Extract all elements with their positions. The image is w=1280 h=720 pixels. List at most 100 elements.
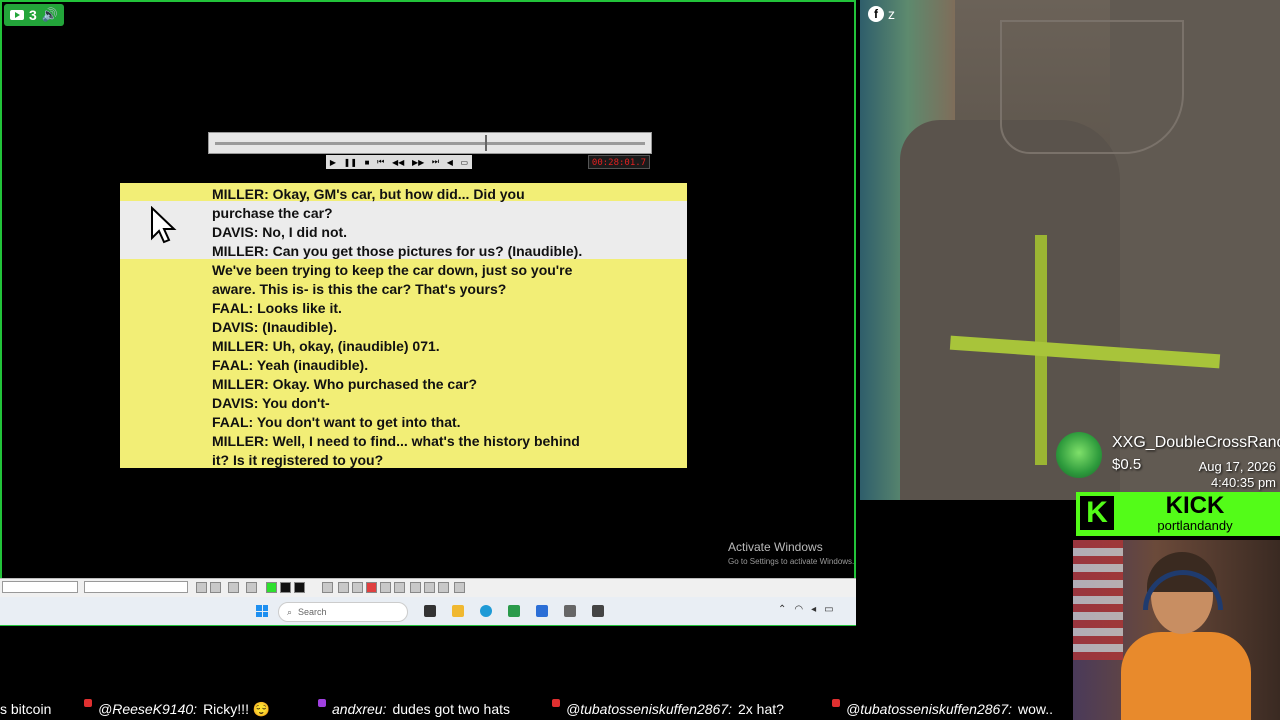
chat-message: @ReeseK9140: Ricky!!! 😌 [84,698,270,720]
volume-icon[interactable]: ◂ [811,604,816,615]
facebook-badge: f z [868,6,895,22]
chat-message: @tubatosseniskuffen2867: 2x hat? [552,698,784,720]
tool-icon[interactable] [454,582,465,593]
transcript-line: purchase the car? [212,205,333,221]
tool-icon[interactable] [438,582,449,593]
youtube-viewer-badge: 3 🔊 [4,4,64,26]
toolbar-select-2[interactable] [84,581,188,593]
activate-title: Activate Windows [728,540,823,554]
transcript-line: FAAL: Looks like it. [212,300,342,316]
chat-message: s bitcoin [0,698,51,720]
app-icon[interactable] [592,605,604,617]
youtube-chat-icon [552,699,560,707]
taskbar-search[interactable]: ⌕ Search [278,602,408,622]
tool-icon[interactable] [380,582,391,593]
rectangle-tool-icon[interactable] [410,582,421,593]
youtube-chat-icon [84,699,92,707]
play-icon[interactable]: ▶ [330,158,336,167]
file-explorer-icon[interactable] [452,605,464,617]
chat-text: s bitcoin [0,701,52,717]
kick-username: portlandandy [1157,518,1233,533]
skip-forward-icon[interactable]: ⏭ [432,157,439,167]
tool-icon[interactable] [246,582,257,593]
seek-thumb[interactable] [485,135,487,151]
transcript-line: it? Is it registered to you? [212,452,384,468]
snapshot-icon[interactable]: ▭ [461,158,469,167]
transcript-lines: MILLER: Okay, GM's car, but how did... D… [212,185,582,470]
system-tray: ⌃ ◠ ◂ ▭ [778,604,834,615]
edge-browser-icon[interactable] [480,605,492,617]
tip-amount: $0.5 [1112,456,1142,473]
select-tool-icon[interactable] [322,582,333,593]
tool-icon[interactable] [338,582,349,593]
chat-text: Ricky!!! 😌 [203,701,271,717]
chat-user: @tubatosseniskuffen2867: [846,701,1012,717]
close-icon[interactable] [424,582,435,593]
toolbar-select-1[interactable] [2,581,78,593]
flag-background [1073,540,1123,660]
chat-user: @tubatosseniskuffen2867: [566,701,732,717]
pen-tool-icon[interactable] [366,582,377,593]
tool-icon[interactable] [394,582,405,593]
kick-logo-icon: K [1080,496,1114,530]
chat-user: andxreu: [332,701,387,717]
app-icon[interactable] [536,605,548,617]
tip-time: 4:40:35 pm [1210,475,1276,490]
mouse-cursor-icon [151,206,177,244]
color-black-icon[interactable] [280,582,291,593]
transcript-panel: MILLER: Okay, GM's car, but how did... D… [120,183,687,468]
search-icon: ⌕ [287,606,293,617]
prev-icon[interactable] [196,582,207,593]
media-player-seekbar[interactable] [208,132,652,154]
pause-icon[interactable]: ❚❚ [344,158,357,167]
tool-icon[interactable] [228,582,239,593]
transcript-line: MILLER: Okay, GM's car, but how did... D… [212,186,525,202]
task-view-icon[interactable] [424,605,436,617]
taskbar-search-placeholder: Search [298,607,327,617]
wifi-icon[interactable]: ◠ [794,604,803,615]
chat-user: @ReeseK9140: [98,701,198,717]
chevron-up-icon[interactable]: ⌃ [778,604,786,615]
jeans-pocket [1000,20,1184,154]
transcript-line: MILLER: Uh, okay, (inaudible) 071. [212,338,440,354]
app-icon[interactable] [564,605,576,617]
skip-back-icon[interactable]: ⏮ [377,157,384,167]
chat-text: dudes got two hats [392,701,511,717]
timecode-display: 00:28:01.7 [588,155,650,169]
rewind-icon[interactable]: ◀◀ [392,158,404,167]
transcript-line: DAVIS: You don't- [212,395,330,411]
facebook-icon: f [868,6,884,22]
tip-timestamp: Aug 17, 2026 4:40:35 pm [1182,459,1276,491]
transcript-line: MILLER: Can you get those pictures for u… [212,243,583,259]
tip-date: Aug 17, 2026 [1198,459,1276,474]
stop-icon[interactable]: ■ [365,158,370,167]
next-icon[interactable] [210,582,221,593]
facebook-count: z [888,6,895,22]
chat-ticker: s bitcoin @ReeseK9140: Ricky!!! 😌 andxre… [0,698,1280,720]
kick-brand: KICK [1165,492,1225,519]
tool-icon[interactable] [352,582,363,593]
battery-icon[interactable]: ▭ [824,604,833,615]
volume-icon[interactable]: ◀ [447,158,453,167]
activate-subtitle: Go to Settings to activate Windows. [728,557,855,566]
color-black-icon[interactable] [294,582,305,593]
activate-windows-watermark: Activate Windows Go to Settings to activ… [728,540,854,566]
chat-message: @tubatosseniskuffen2867: wow.. [832,698,1053,720]
app-icon[interactable] [508,605,520,617]
youtube-icon [10,10,24,20]
chat-text: 2x hat? [738,701,784,717]
windows-start-icon[interactable] [256,605,268,617]
rodeo-camera-feed [860,0,1280,500]
speaker-icon: 🔊 [41,7,58,22]
transcript-line: We've been trying to keep the car down, … [212,262,573,278]
transcript-line: DAVIS: (Inaudible). [212,319,337,335]
transcript-line: MILLER: Well, I need to find... what's t… [212,433,580,449]
tip-username: XXG_DoubleCrossRanch [1112,434,1280,451]
youtube-chat-icon [832,699,840,707]
color-green-icon[interactable] [266,582,277,593]
transcript-line: DAVIS: No, I did not. [212,224,348,240]
twitch-chat-icon [318,699,326,707]
seek-track[interactable] [215,142,645,145]
forward-icon[interactable]: ▶▶ [412,158,424,167]
transcript-line: MILLER: Okay. Who purchased the car? [212,376,478,392]
